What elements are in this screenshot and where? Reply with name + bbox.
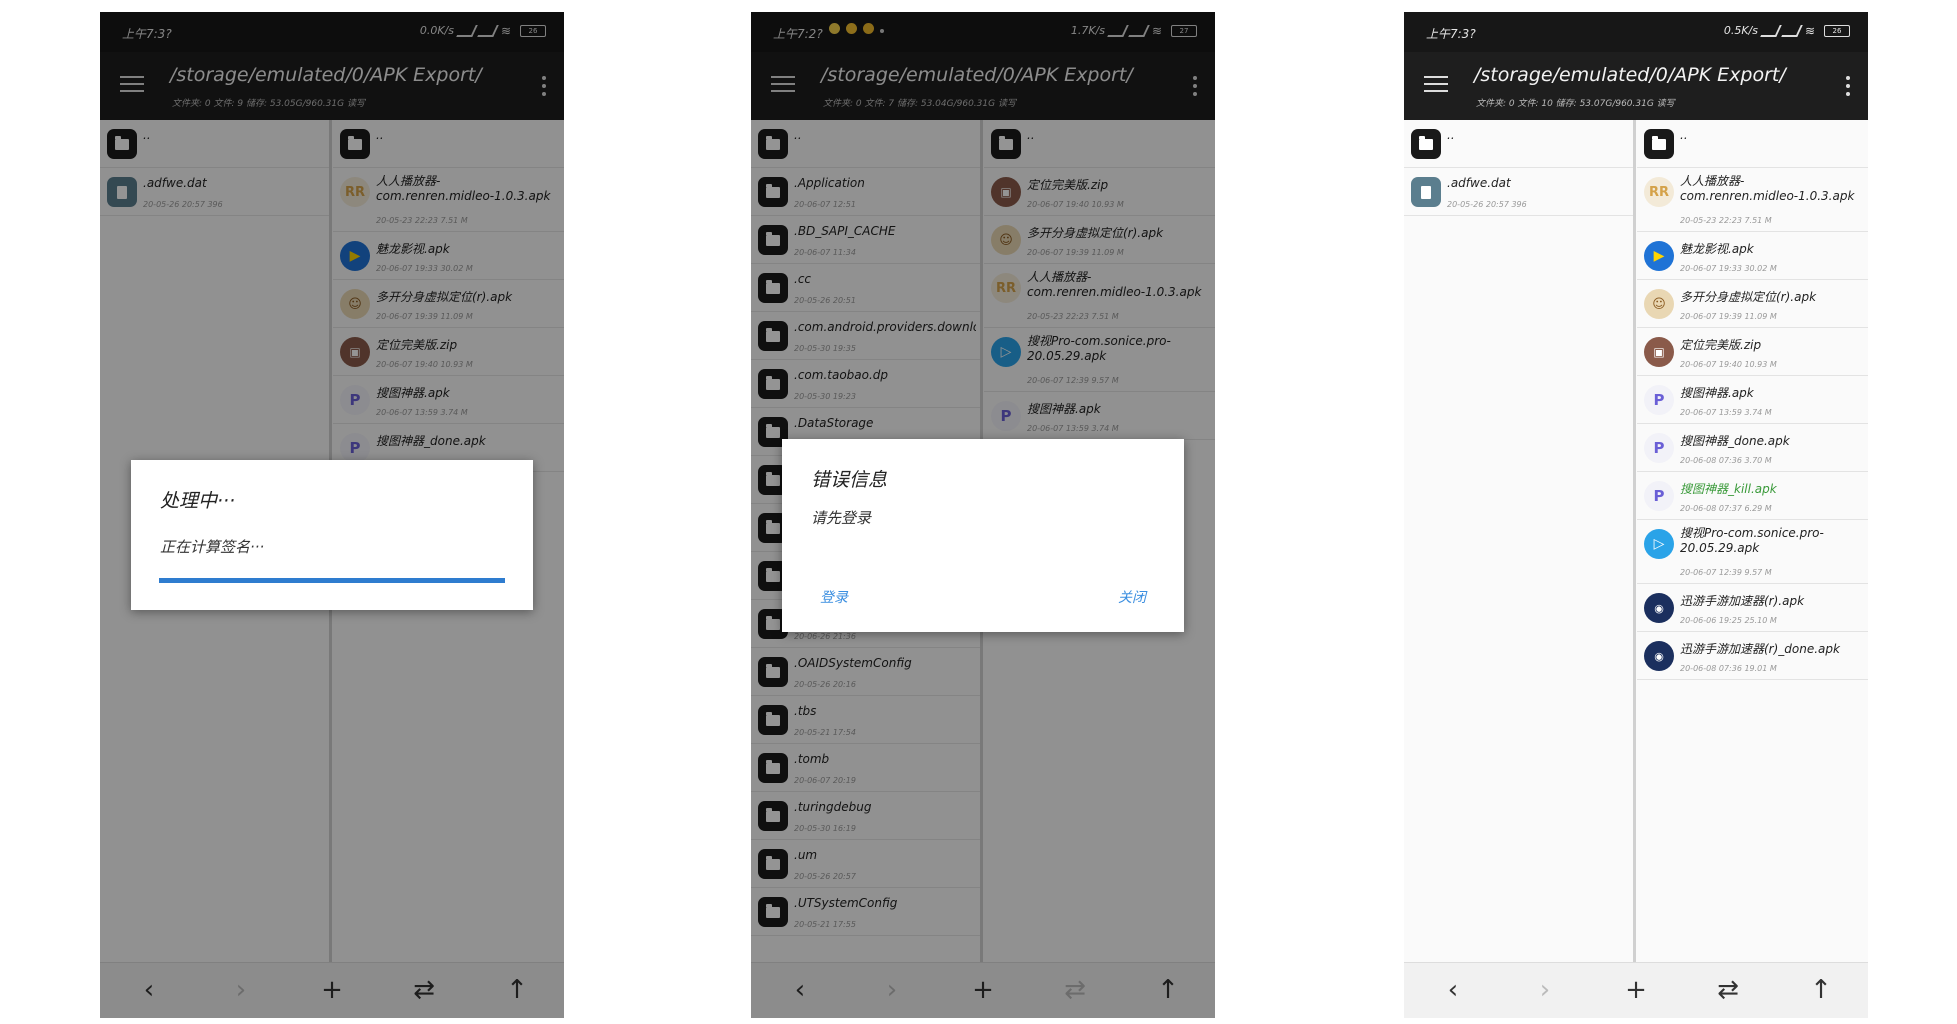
dialog-title: 错误信息	[811, 469, 888, 491]
file-meta: 20-06-06 19:25 25.10 M	[1680, 616, 1777, 625]
play-icon: ▶	[1644, 241, 1674, 271]
file-list-item[interactable]: ▶ 魅龙影视.apk 20-06-07 19:33 30.02 M	[1637, 232, 1868, 280]
file-meta: 20-06-07 19:33 30.02 M	[1680, 264, 1777, 273]
battery-icon: 26	[1824, 24, 1850, 37]
clock: 上午7:3?	[1426, 27, 1476, 41]
file-meta: 20-06-07 19:40 10.93 M	[1680, 360, 1777, 369]
swap-panes-button[interactable]: ⇄	[1713, 977, 1743, 1003]
bottom-toolbar: ‹ › + ⇄ ↑	[1404, 962, 1868, 1018]
storage-info: 文件夹: 0 文件: 10 储存: 53.07G/960.31G 读写	[1476, 99, 1675, 109]
status-icons: 0.5K/s ≋ 26	[1724, 24, 1850, 37]
app-bar: /storage/emulated/0/APK Export/文件夹: 0 文件…	[1404, 52, 1868, 120]
file-name: 搜图神器.apk	[1680, 386, 1754, 400]
file-name: .adfwe.dat	[1447, 176, 1511, 190]
file-name: 搜图神器_done.apk	[1680, 434, 1790, 448]
xunyou-icon: ◉	[1644, 641, 1674, 671]
sou-icon: ▷	[1644, 529, 1674, 559]
phone-screen-result: 上午7:3? 0.5K/s ≋ 26/storage/emulated/0/APK E…	[1404, 12, 1868, 1018]
xunyou-icon: ◉	[1644, 593, 1674, 623]
file-list-item[interactable]: ◉ 迅游手游加速器(r).apk 20-06-06 19:25 25.10 M	[1637, 584, 1868, 632]
signal-icon	[1760, 24, 1782, 37]
file-list-item[interactable]: ☺ 多开分身虚拟定位(r).apk 20-06-07 19:39 11.09 M	[1637, 280, 1868, 328]
file-name: 定位完美版.zip	[1680, 338, 1762, 352]
dialog-message: 请先登录	[811, 509, 872, 527]
p-icon: P	[1644, 385, 1674, 415]
character-icon: ☺	[1644, 289, 1674, 319]
more-vert-icon[interactable]	[1846, 76, 1850, 100]
file-list-item[interactable]: ..	[1637, 120, 1868, 168]
p-icon: P	[1644, 481, 1674, 511]
wifi-icon: ≋	[1805, 23, 1816, 38]
file-name: 搜视Pro-com.sonice.pro-20.05.29.apk	[1680, 526, 1824, 555]
close-button[interactable]: 关闭	[1118, 587, 1146, 607]
file-list-item[interactable]: P 搜图神器_done.apk 20-06-08 07:36 3.70 M	[1637, 424, 1868, 472]
file-name: 搜图神器_kill.apk	[1680, 482, 1777, 496]
file-list-item[interactable]: ..	[1404, 120, 1633, 168]
status-bar: 上午7:3? 0.5K/s ≋ 26	[1404, 12, 1868, 52]
file-list-item[interactable]: P 搜图神器.apk 20-06-07 13:59 3.74 M	[1637, 376, 1868, 424]
zip-icon: ▣	[1644, 337, 1674, 367]
file-meta: 20-05-26 20:57 396	[1447, 200, 1527, 209]
progress-fill	[159, 578, 505, 583]
dialog-message: 正在计算签名···	[160, 538, 265, 556]
right-pane[interactable]: .. RR 人人播放器-com.renren.midleo-1.0.3.apk 20-…	[1637, 120, 1868, 962]
file-name: 魅龙影视.apk	[1680, 242, 1754, 256]
file-name: 人人播放器-com.renren.midleo-1.0.3.apk	[1680, 174, 1855, 203]
file-list-item[interactable]: ▣ 定位完美版.zip 20-06-07 19:40 10.93 M	[1637, 328, 1868, 376]
add-button[interactable]: +	[1621, 977, 1651, 1003]
signal-icon	[1781, 24, 1803, 37]
file-meta: 20-06-08 07:36 3.70 M	[1680, 456, 1772, 465]
left-pane[interactable]: .. .adfwe.dat 20-05-26 20:57 396	[1404, 120, 1636, 962]
file-name: ..	[1447, 128, 1455, 142]
progress-bar	[159, 578, 505, 583]
folder-icon	[1644, 129, 1674, 159]
dialog-title: 处理中···	[160, 490, 236, 512]
file-meta: 20-06-08 07:36 19.01 M	[1680, 664, 1777, 673]
forward-button[interactable]: ›	[1530, 977, 1560, 1003]
network-speed: 0.5K/s	[1723, 24, 1758, 37]
file-list-item[interactable]: .adfwe.dat 20-05-26 20:57 396	[1404, 168, 1633, 216]
file-meta: 20-06-07 19:39 11.09 M	[1680, 312, 1777, 321]
error-dialog: 错误信息请先登录登录 关闭	[782, 439, 1184, 632]
file-name: ..	[1680, 128, 1688, 142]
current-path: /storage/emulated/0/APK Export/	[1474, 64, 1786, 86]
progress-dialog: 处理中··· 正在计算签名···	[131, 460, 533, 610]
file-meta: 20-05-23 22:23 7.51 M	[1680, 216, 1772, 225]
dual-pane-browser: .. .adfwe.dat 20-05-26 20:57 396.. RR 人人播放器-…	[1404, 120, 1868, 962]
file-meta: 20-06-08 07:37 6.29 M	[1680, 504, 1772, 513]
back-button[interactable]: ‹	[1438, 977, 1468, 1003]
file-list-item[interactable]: RR 人人播放器-com.renren.midleo-1.0.3.apk 20-05…	[1637, 168, 1868, 232]
menu-icon[interactable]	[1424, 76, 1448, 94]
parent-directory-button[interactable]: ↑	[1806, 977, 1836, 1003]
login-button[interactable]: 登录	[820, 587, 848, 607]
file-meta: 20-06-07 12:39 9.57 M	[1680, 568, 1772, 577]
phone-screen-error: 上午7:2? 1.7K/s ≋ 27/storage/emulated/0/APK E…	[751, 12, 1215, 1018]
file-name: 迅游手游加速器(r).apk	[1680, 594, 1805, 608]
file-name: 多开分身虚拟定位(r).apk	[1680, 290, 1817, 304]
document-icon	[1411, 177, 1441, 207]
file-list-item[interactable]: ▷ 搜视Pro-com.sonice.pro-20.05.29.apk 20-06-…	[1637, 520, 1868, 584]
file-list-item[interactable]: ◉ 迅游手游加速器(r)_done.apk 20-06-08 07:36 19.01…	[1637, 632, 1868, 680]
phone-screen-processing: 上午7:3? 0.0K/s ≋ 26/storage/emulated/0/APK E…	[100, 12, 564, 1018]
rr-icon: RR	[1644, 177, 1674, 207]
file-list-item[interactable]: P 搜图神器_kill.apk 20-06-08 07:37 6.29 M	[1637, 472, 1868, 520]
file-meta: 20-06-07 13:59 3.74 M	[1680, 408, 1772, 417]
p-icon: P	[1644, 433, 1674, 463]
folder-icon	[1411, 129, 1441, 159]
file-name: 迅游手游加速器(r)_done.apk	[1680, 642, 1840, 656]
